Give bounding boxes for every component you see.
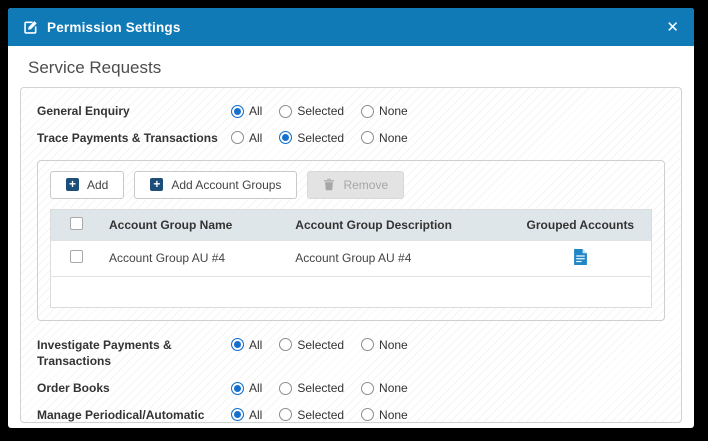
button-label: Add [87, 178, 108, 192]
radio-option-none[interactable]: None [361, 408, 408, 422]
radio-button-icon[interactable] [231, 105, 244, 118]
account-group-description-cell: Account Group AU #4 [287, 240, 509, 276]
permission-label: Manage Periodical/Automatic Payments [37, 407, 231, 423]
radio-button-icon[interactable] [361, 338, 374, 351]
radio-option-label: All [249, 104, 262, 118]
radio-button-icon[interactable] [361, 131, 374, 144]
radio-option-label: Selected [297, 381, 344, 395]
remove-button[interactable]: Remove [307, 171, 404, 199]
radio-button-icon[interactable] [231, 382, 244, 395]
empty-table-row [51, 276, 652, 307]
edit-pencil-square-icon [23, 20, 38, 35]
button-label: Remove [343, 178, 388, 192]
account-groups-table: Account Group NameAccount Group Descript… [50, 209, 652, 308]
add-account-groups-button[interactable]: + Add Account Groups [134, 171, 297, 199]
row-checkbox[interactable] [70, 250, 83, 263]
radio-option-label: Selected [297, 338, 344, 352]
service-requests-panel: General EnquiryAllSelectedNoneTrace Paym… [20, 87, 682, 423]
radio-group: All Selected None [231, 130, 408, 145]
radio-option-all[interactable]: All [231, 338, 262, 352]
radio-option-all[interactable]: All [231, 408, 262, 422]
radio-button-icon[interactable] [361, 408, 374, 421]
radio-button-icon[interactable] [231, 408, 244, 421]
radio-option-label: All [249, 338, 262, 352]
radio-option-all[interactable]: All [231, 104, 262, 118]
trash-icon [323, 178, 335, 191]
permission-row: Trace Payments & Transactions All Selected… [37, 130, 665, 147]
screen-background: { "modal": { "title": "Permission Settin… [0, 0, 708, 441]
button-label: Add Account Groups [171, 178, 281, 192]
permission-row: Order Books All Selected None [37, 380, 665, 397]
column-header: Grouped Accounts [510, 209, 652, 240]
radio-option-label: None [379, 104, 408, 118]
radio-option-none[interactable]: None [361, 104, 408, 118]
radio-button-icon[interactable] [279, 408, 292, 421]
radio-option-label: None [379, 338, 408, 352]
plus-icon: + [150, 178, 163, 191]
permission-settings-modal: Permission Settings ✕ Service Requests G… [8, 8, 694, 428]
radio-option-label: All [249, 381, 262, 395]
page-title: Service Requests [28, 58, 686, 78]
radio-option-none[interactable]: None [361, 338, 408, 352]
radio-button-icon[interactable] [361, 382, 374, 395]
radio-group: All Selected None [231, 337, 408, 352]
radio-button-icon[interactable] [231, 131, 244, 144]
radio-option-selected[interactable]: Selected [279, 104, 344, 118]
radio-option-label: Selected [297, 408, 344, 422]
radio-button-icon[interactable] [279, 382, 292, 395]
permission-label: General Enquiry [37, 103, 231, 120]
radio-button-icon[interactable] [279, 338, 292, 351]
close-icon[interactable]: ✕ [666, 20, 679, 35]
radio-option-all[interactable]: All [231, 131, 262, 145]
table-row: Account Group AU #4Account Group AU #4 [51, 240, 652, 276]
permissions-top-group: General EnquiryAllSelectedNoneTrace Paym… [35, 103, 667, 147]
radio-option-label: None [379, 408, 408, 422]
radio-group: All Selected None [231, 380, 408, 395]
radio-group: All Selected None [231, 407, 408, 422]
column-header: Account Group Name [101, 209, 287, 240]
radio-option-none[interactable]: None [361, 131, 408, 145]
modal-title: Permission Settings [47, 20, 181, 35]
radio-group: All Selected None [231, 103, 408, 118]
radio-option-label: None [379, 131, 408, 145]
permission-label: Order Books [37, 380, 231, 397]
radio-option-label: None [379, 381, 408, 395]
permission-label: Investigate Payments & Transactions [37, 337, 231, 371]
radio-option-label: All [249, 131, 262, 145]
modal-body: Service Requests General Enquiry All Selec… [8, 46, 694, 428]
radio-option-label: Selected [297, 131, 344, 145]
radio-button-icon[interactable] [361, 105, 374, 118]
add-button[interactable]: + Add [50, 171, 124, 199]
radio-button-icon[interactable] [231, 338, 244, 351]
plus-icon: + [66, 178, 79, 191]
account-groups-toolbar: + Add + Add Account Groups Remove [50, 171, 652, 199]
permission-row: Investigate Payments & Transactions All Se… [37, 337, 665, 371]
permission-row: Manage Periodical/Automatic Payments All S… [37, 407, 665, 423]
radio-option-none[interactable]: None [361, 381, 408, 395]
account-group-name-cell: Account Group AU #4 [101, 240, 287, 276]
account-groups-panel: + Add + Add Account Groups Remove Account Gr… [37, 160, 665, 321]
radio-option-selected[interactable]: Selected [279, 338, 344, 352]
radio-option-selected[interactable]: Selected [279, 131, 344, 145]
radio-option-selected[interactable]: Selected [279, 381, 344, 395]
column-header: Account Group Description [287, 209, 509, 240]
permission-label: Trace Payments & Transactions [37, 130, 231, 147]
radio-option-all[interactable]: All [231, 381, 262, 395]
permission-row: General Enquiry All Selected None [37, 103, 665, 120]
radio-button-icon[interactable] [279, 105, 292, 118]
modal-header: Permission Settings ✕ [8, 8, 694, 46]
radio-button-icon[interactable] [279, 131, 292, 144]
file-document-icon[interactable] [574, 249, 587, 265]
radio-option-label: All [249, 408, 262, 422]
select-all-checkbox[interactable] [70, 217, 83, 230]
radio-option-selected[interactable]: Selected [279, 408, 344, 422]
radio-option-label: Selected [297, 104, 344, 118]
permissions-bottom-group: Investigate Payments & Transactions All Se… [35, 337, 667, 423]
